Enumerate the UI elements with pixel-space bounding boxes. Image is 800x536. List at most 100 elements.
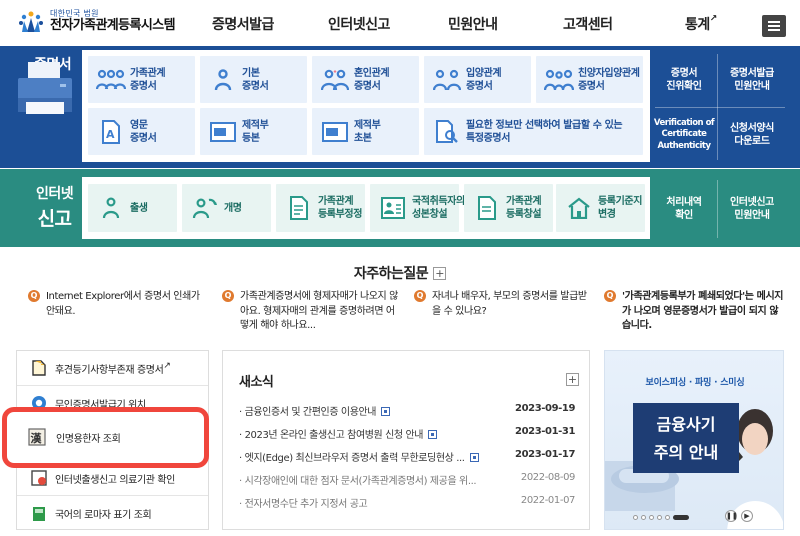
banner-dot[interactable] — [657, 514, 662, 520]
card-label-line1: 등록기준지 — [598, 196, 643, 207]
news-item[interactable]: · 전자서명수단 추가 지정서 공고 2022-01-07 — [239, 495, 579, 513]
card-marriage-certificate[interactable]: 혼인관계 증명서 — [312, 56, 419, 103]
faq-more-button[interactable]: + — [433, 267, 447, 280]
hamburger-icon-line — [768, 25, 780, 27]
link-report-guide[interactable]: 인터넷신고 민원안내 — [719, 182, 785, 236]
banner-dot-active[interactable] — [673, 514, 689, 520]
faq-text: Internet Explorer에서 증명서 인쇄가 안돼요. — [46, 291, 200, 317]
banner-headline-line2: 주의 안내 — [653, 443, 719, 462]
card-register-correction[interactable]: 가족관계 등록부정정 — [276, 184, 365, 232]
news-item[interactable]: · 엣지(Edge) 최신브라우저 증명서 출력 무한로딩현상 ... 2023… — [239, 449, 579, 467]
news-item-title: · 전자서명수단 추가 지정서 공고 — [239, 499, 368, 510]
card-register-creation[interactable]: 가족관계 등록창설 — [464, 184, 553, 232]
card-family-relation-certificate[interactable]: 가족관계 증명서 — [88, 56, 195, 103]
news-item-title-text: 2023년 온라인 출생신고 참여병원 신청 안내 — [244, 430, 424, 441]
news-more-button[interactable]: + — [566, 373, 579, 386]
removed-register-icon — [208, 117, 238, 147]
nav-customer-center[interactable]: 고객센터 — [563, 14, 613, 34]
printer-icon — [14, 60, 76, 118]
play-icon[interactable]: ▶ — [741, 510, 753, 522]
hanja-icon: 漢 — [28, 428, 46, 446]
card-rename-report[interactable]: 개명 — [182, 184, 271, 232]
link-report-history[interactable]: 처리내역확인 — [652, 182, 716, 236]
side-label-line1: 증명서 — [670, 67, 698, 79]
family-icon — [96, 65, 126, 95]
external-link-icon: ↗ — [163, 360, 171, 371]
side-label-line2: 민원안내 — [734, 81, 770, 92]
card-removed-register-abstract[interactable]: 제적부 초본 — [312, 108, 419, 155]
faq-item[interactable]: Q Internet Explorer에서 증명서 인쇄가 안돼요. — [28, 290, 208, 319]
card-label-line1: 개명 — [224, 202, 242, 214]
news-item[interactable]: · 시각장애인에 대한 점자 문서(가족관계증명서) 제공을 위... 2022… — [239, 472, 579, 490]
divider — [717, 180, 718, 238]
side-label-line2: 다운로드 — [734, 136, 770, 147]
quick-link-romanization[interactable]: 국어의 로마자 표기 조회 — [17, 496, 208, 531]
nav-internet-report[interactable]: 인터넷신고 — [328, 14, 390, 34]
quick-link-label: 인명용한자 조회 — [56, 433, 121, 445]
link-certificate-guide[interactable]: 증명서발급 민원안내 — [719, 56, 785, 104]
banner-dot[interactable] — [633, 514, 638, 520]
menu-button[interactable] — [762, 15, 786, 37]
card-birth-report[interactable]: 출생 — [88, 184, 177, 232]
faq-item[interactable]: Q '가족관계등록부가 폐쇄되었다'는 메시지가 나오며 영문증명서가 발급이 … — [604, 290, 784, 334]
card-basic-certificate[interactable]: 기본 증명서 — [200, 56, 307, 103]
card-full-adoption-certificate[interactable]: 친양자입양관계 증명서 — [536, 56, 643, 103]
card-naturalization-surname[interactable]: 국적취득자의 성본창설 — [370, 184, 465, 232]
banner-dot[interactable] — [649, 514, 654, 520]
banner-dot[interactable] — [641, 514, 646, 520]
card-base-address-change[interactable]: 등록기준지 변경 — [556, 184, 645, 232]
faq-item[interactable]: Q 가족관계증명서에 형제자매가 나오지 않아요. 형제자매의 관계를 증명하려… — [222, 290, 402, 334]
link-form-download[interactable]: 신청서양식다운로드 — [719, 110, 785, 160]
news-item-title-text: 엣지(Edge) 최신브라우저 증명서 출력 무한로딩현상 ... — [244, 453, 465, 464]
news-title: 새소식 — [239, 375, 274, 390]
quick-link-text: 후견등기사항부존재 증명서 — [55, 364, 164, 376]
nav-statistics[interactable]: 통계↗ — [685, 14, 717, 34]
side-label-line1: 처리내역 — [666, 196, 702, 208]
nav-civil-guide[interactable]: 민원안내 — [448, 14, 498, 34]
link-certificate-verification[interactable]: 증명서진위확인 — [652, 56, 716, 104]
card-label-line2: 등본 — [242, 132, 260, 144]
register-create-icon — [472, 193, 502, 223]
english-document-icon: A — [96, 117, 126, 147]
card-label-line1: 제적부 — [242, 119, 269, 131]
new-badge-icon — [428, 430, 438, 439]
faq-text: 가족관계증명서에 형제자매가 나오지 않아요. 형제자매의 관계를 증명하려면 … — [240, 291, 398, 331]
quick-link-guardianship[interactable]: 후견등기사항부존재 증명서↗ — [17, 351, 208, 386]
card-adoption-certificate[interactable]: 입양관계 증명서 — [424, 56, 531, 103]
news-item[interactable]: · 2023년 온라인 출생신고 참여병원 신청 안내 2023-01-31 — [239, 426, 579, 444]
side-label-line1: 신청서양식 — [729, 122, 774, 134]
news-item-title: · 엣지(Edge) 최신브라우저 증명서 출력 무한로딩현상 ... — [239, 449, 479, 464]
side-label-line3: Authenticity — [657, 140, 711, 151]
news-item-title-text: 금융인증서 및 간편인증 이용안내 — [244, 407, 377, 418]
hospital-icon — [31, 470, 47, 486]
svg-text:A: A — [106, 128, 115, 141]
pause-icon[interactable]: ❚❚ — [725, 510, 738, 522]
fraud-warning-banner[interactable]: 보이스피싱 · 파밍 · 스미싱 금융사기 주의 안내 ❚❚ ▶ — [604, 350, 784, 530]
banner-dot[interactable] — [665, 514, 670, 520]
card-label-line2: 초본 — [354, 132, 372, 144]
faq-item[interactable]: Q 자녀나 배우자, 부모의 증명서를 발급받을 수 있나요? — [414, 290, 594, 319]
adoption-icon — [432, 65, 462, 95]
svg-text:漢: 漢 — [31, 431, 43, 445]
card-specific-certificate[interactable]: 필요한 정보만 선택하여 발급할 수 있는 특정증명서 — [424, 108, 643, 155]
news-item-title-text: 전자서명수단 추가 지정서 공고 — [244, 499, 368, 510]
link-verification-english[interactable]: Verification of Certificate Authenticity — [652, 110, 716, 160]
side-label-line2: 확인 — [675, 210, 693, 221]
nav-certificate-issue[interactable]: 증명서발급 — [212, 14, 274, 34]
card-label-line1: 출생 — [130, 202, 148, 214]
quick-link-hanja-lookup[interactable]: 漢 인명용한자 조회 — [10, 412, 207, 462]
card-english-certificate[interactable]: A 영문 증명서 — [88, 108, 195, 155]
card-label-line2: 증명서 — [242, 80, 269, 92]
card-label-line1: 영문 — [130, 119, 148, 131]
register-form-icon — [284, 193, 314, 223]
card-label-line1: 가족관계 — [130, 67, 166, 79]
side-label-line2: 진위확인 — [666, 81, 702, 92]
news-item[interactable]: · 금융인증서 및 간편인증 이용안내 2023-09-19 — [239, 403, 579, 421]
card-removed-register-copy[interactable]: 제적부 등본 — [200, 108, 307, 155]
main-nav: 증명서발급 인터넷신고 민원안내 고객센터 통계↗ — [0, 14, 800, 38]
rename-icon — [190, 193, 220, 223]
card-label-line1: 친양자입양관계 — [578, 67, 640, 79]
birth-icon — [96, 193, 126, 223]
news-item-date: 2023-01-31 — [515, 426, 575, 437]
card-label-line2: 특정증명서 — [466, 132, 511, 144]
